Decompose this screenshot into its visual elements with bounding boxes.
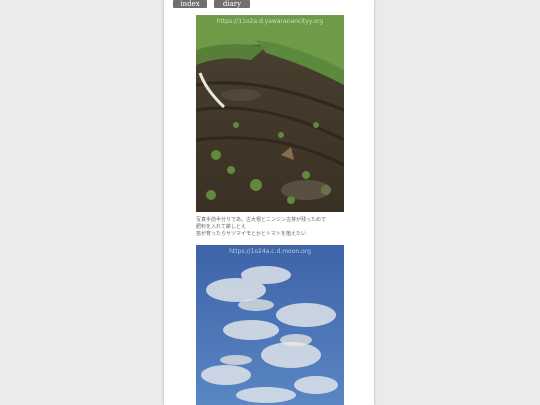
top-nav: index diary index bbox=[0, 0, 540, 16]
caption-line: 苗が育ったらサツマイモとかとトマトを植えたい bbox=[196, 231, 307, 237]
photo-caption: 写真手前半分りであ。古大根とニンジン古芽が残っためで 肥料を入れて耕しとえ 苗が… bbox=[196, 217, 346, 238]
index-link[interactable]: index bbox=[173, 0, 207, 8]
field-photo-watermark: https://11o2a.d.yawaranancityy.org bbox=[216, 18, 324, 25]
field-photo: https://11o2a.d.yawaranancityy.org bbox=[196, 15, 344, 212]
diary-index-link[interactable]: diary index bbox=[214, 0, 250, 16]
sky-photo-image bbox=[196, 245, 344, 405]
field-photo-image bbox=[196, 15, 344, 212]
caption-line: 肥料を入れて耕しとえ bbox=[196, 224, 246, 230]
sky-photo-watermark: https://1o24a.c.d.moon.org bbox=[229, 248, 311, 255]
caption-line: 写真手前半分りであ。古大根とニンジン古芽が残っためで bbox=[196, 217, 326, 223]
sky-photo: https://1o24a.c.d.moon.org bbox=[196, 245, 344, 405]
